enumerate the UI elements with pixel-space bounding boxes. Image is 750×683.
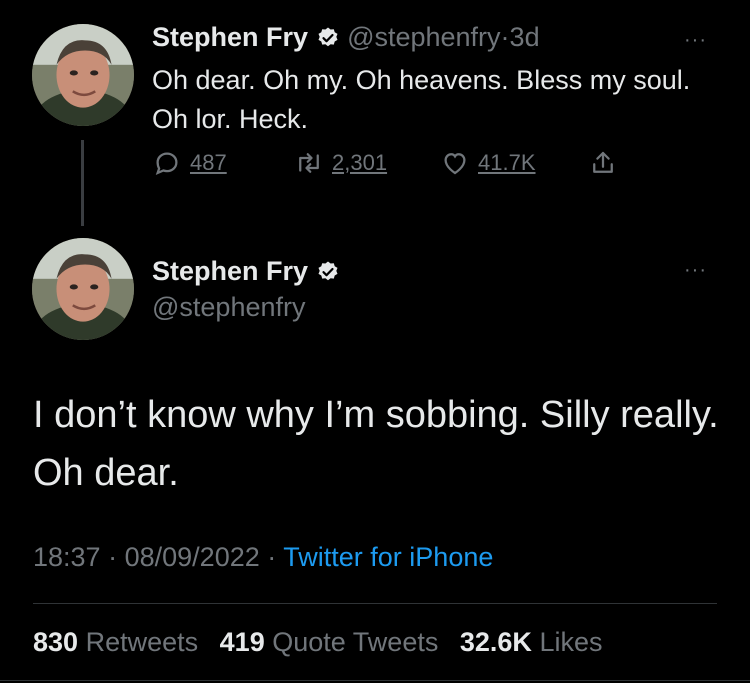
reply-button[interactable]: 487 — [152, 148, 227, 178]
engagement-stats: 830 Retweets 419 Quote Tweets 32.6K Like… — [33, 627, 602, 658]
quote-tweets-label: Quote Tweets — [272, 627, 439, 657]
retweet-count: 2,301 — [332, 150, 388, 175]
profile-photo — [32, 24, 134, 126]
tweet-text: I don’t know why I’m sobbing. Silly real… — [33, 394, 719, 494]
author-handle[interactable]: @stephenfry — [152, 292, 305, 323]
separator-dot: · — [267, 542, 277, 572]
tweet-text: Oh dear. Oh my. Oh heavens. Bless my sou… — [152, 65, 691, 134]
likes-label: Likes — [539, 627, 603, 657]
separator-dot: · — [108, 542, 118, 572]
thread-connector — [81, 140, 84, 226]
verified-badge-icon — [318, 261, 338, 281]
share-icon — [593, 151, 613, 173]
verified-badge-icon — [318, 27, 338, 47]
retweet-button[interactable]: 2,301 — [294, 148, 387, 178]
profile-photo — [32, 238, 134, 340]
avatar[interactable] — [32, 24, 134, 126]
like-count: 41.7K — [478, 150, 536, 175]
heart-icon — [444, 153, 466, 175]
separator-dot: · — [500, 22, 510, 52]
retweets-stat[interactable]: 830 Retweets — [33, 627, 198, 657]
author-handle[interactable]: @stephenfry — [347, 22, 500, 52]
divider — [33, 603, 717, 604]
tweet-source-link[interactable]: Twitter for iPhone — [283, 542, 493, 572]
likes-count: 32.6K — [459, 627, 532, 657]
author-name[interactable]: Stephen Fry — [152, 22, 308, 52]
quote-tweets-stat[interactable]: 419 Quote Tweets — [220, 627, 439, 657]
more-options-icon[interactable]: ··· — [684, 260, 707, 280]
tweet-age[interactable]: 3d — [510, 22, 540, 52]
quote-tweets-count: 419 — [219, 627, 265, 657]
more-options-icon[interactable]: ··· — [684, 30, 707, 50]
retweet-icon — [299, 153, 319, 173]
share-button[interactable] — [588, 148, 618, 178]
like-button[interactable]: 41.7K — [440, 148, 536, 178]
divider — [0, 680, 750, 681]
tweet-time[interactable]: 18:37 — [33, 542, 101, 572]
author-name[interactable]: Stephen Fry — [152, 256, 308, 286]
avatar[interactable] — [32, 238, 134, 340]
reply-icon — [155, 152, 178, 176]
tweet-header: Stephen Fry — [152, 256, 340, 287]
tweet-meta: 18:37 · 08/09/2022 · Twitter for iPhone — [33, 542, 493, 573]
retweets-label: Retweets — [85, 627, 199, 657]
likes-stat[interactable]: 32.6K Likes — [460, 627, 603, 657]
reply-count: 487 — [190, 150, 227, 175]
retweets-count: 830 — [33, 627, 79, 657]
tweet-header: Stephen Fry @stephenfry·3d — [152, 22, 540, 53]
tweet-date[interactable]: 08/09/2022 — [125, 542, 260, 572]
